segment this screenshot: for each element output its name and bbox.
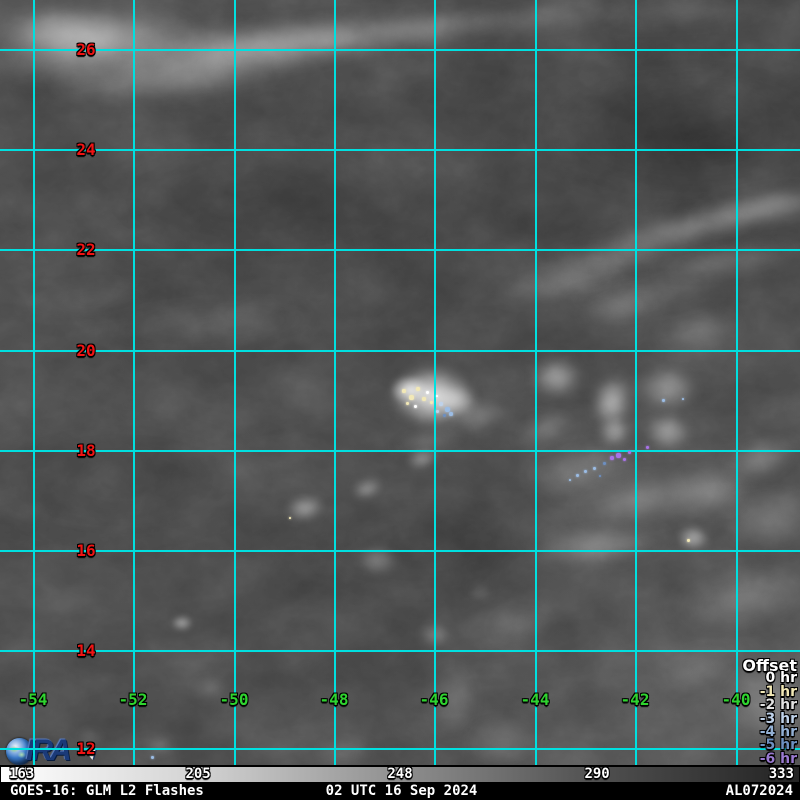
lat-label: 14	[76, 641, 96, 660]
status-bar: GOES-16: GLM L2 Flashes 02 UTC 16 Sep 20…	[0, 782, 800, 800]
brightness-colorbar: 163 205 248 290 333	[0, 765, 800, 783]
satellite-image: IRA 26 24 22 20 18 16 14 12 -54 -52 -50 -48 -46 -44 -4…	[0, 0, 800, 766]
timestamp: 02 UTC 16 Sep 2024	[325, 783, 478, 799]
lon-label: -46	[419, 690, 449, 709]
offset-legend: Offset 0 hr -1 hr -2 hr -3 hr -4 hr -5 hr -6 h…	[742, 657, 797, 766]
storm-id: AL072024	[725, 783, 793, 799]
product-label: GOES-16: GLM L2 Flashes	[10, 783, 204, 799]
lon-label: -42	[620, 690, 650, 709]
lon-label: -52	[118, 690, 148, 709]
goes-glm-viewer: IRA 26 24 22 20 18 16 14 12 -54 -52 -50 -48 -46 -44 -4…	[0, 0, 800, 800]
lat-label: 16	[76, 541, 96, 560]
lon-label: -48	[319, 690, 349, 709]
lat-label: 22	[76, 240, 96, 259]
lon-label: -50	[219, 690, 249, 709]
colorbar-tick: 163	[9, 766, 35, 782]
colorbar-tick: 205	[185, 766, 211, 782]
colorbar-tick: 248	[387, 766, 413, 782]
lat-label: 24	[76, 140, 96, 159]
lat-label: 20	[76, 341, 96, 360]
lat-label: 18	[76, 441, 96, 460]
colorbar-tick: 333	[768, 766, 794, 782]
lat-label: 12	[76, 739, 96, 758]
lat-label: 26	[76, 40, 96, 59]
colorbar-tick: 290	[584, 766, 610, 782]
latlon-labels: 26 24 22 20 18 16 14 12 -54 -52 -50 -48 -46 -44 -42 -40	[0, 0, 800, 766]
lon-label: -54	[18, 690, 48, 709]
lon-label: -44	[520, 690, 550, 709]
